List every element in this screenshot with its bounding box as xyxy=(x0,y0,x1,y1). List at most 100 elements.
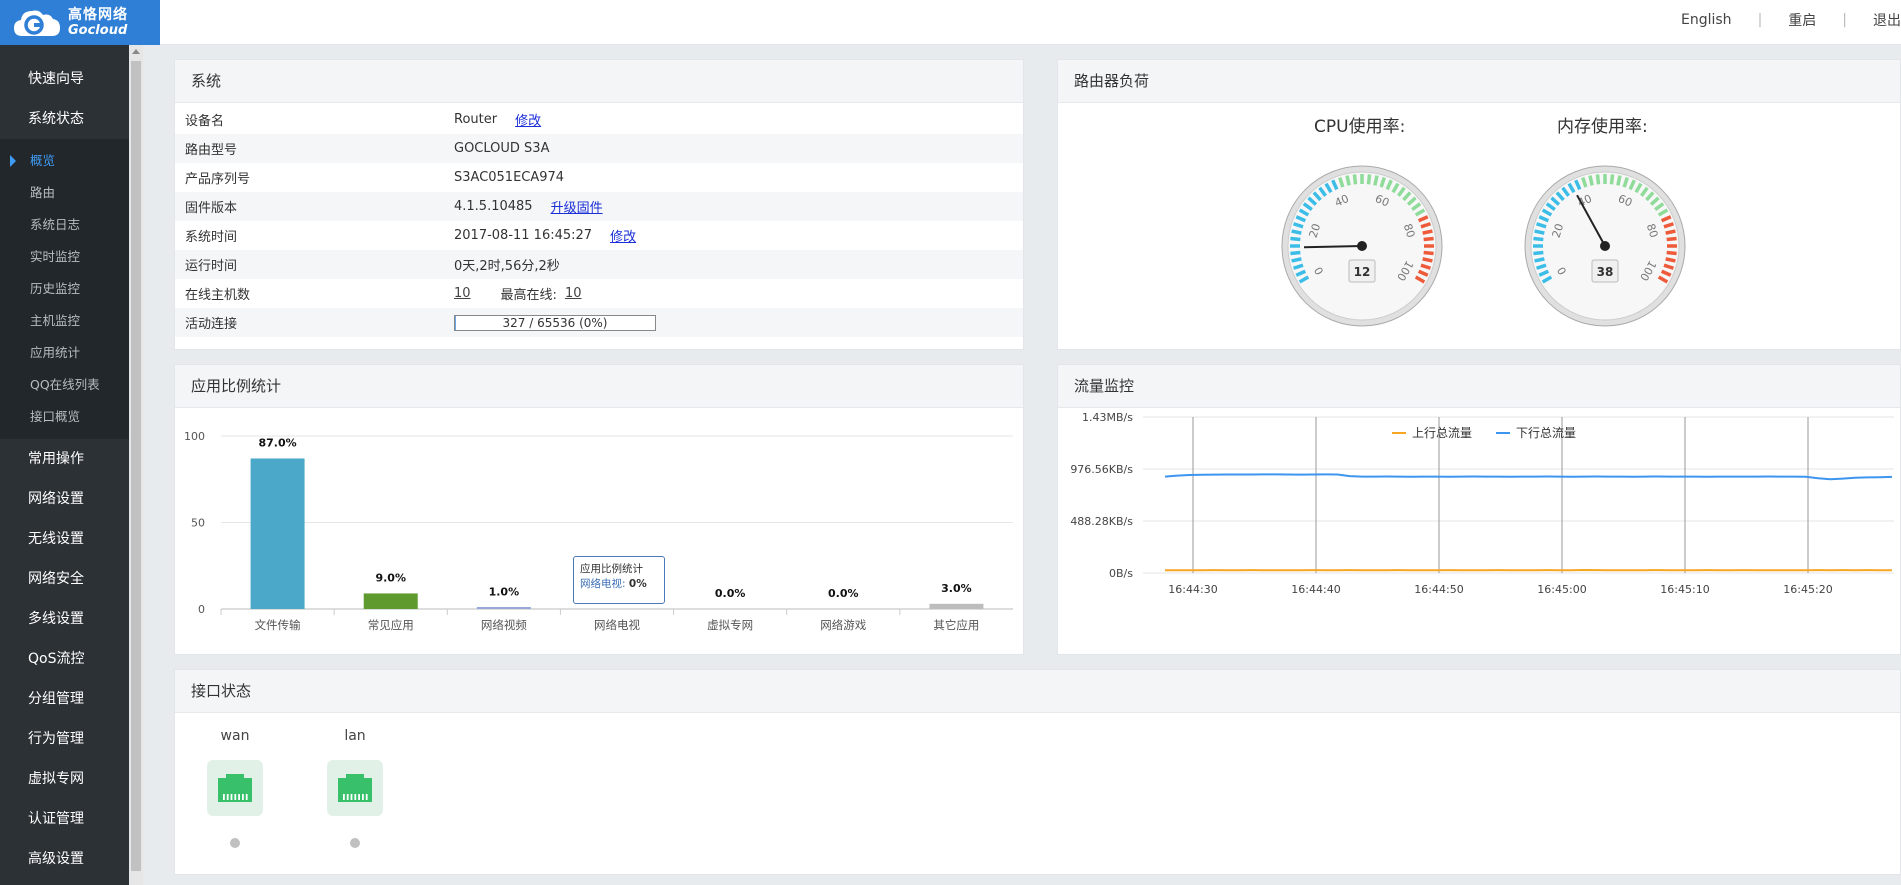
bar-value-label: 3.0% xyxy=(941,582,972,595)
top-bar: 高恪网络 Gocloud English | 重启 | 退出 xyxy=(0,0,1901,45)
device-name-label: 设备名 xyxy=(185,114,225,129)
connections-progress-bar: 327 / 65536 (0%) xyxy=(454,314,656,331)
nav-group-wireless-settings[interactable]: 无线设置 xyxy=(0,519,143,559)
firmware-value: 4.1.5.10485 xyxy=(454,199,533,214)
nav-item-interface-overview[interactable]: 接口概览 xyxy=(0,401,143,433)
gauge-tick xyxy=(1345,175,1351,186)
ethernet-port-icon[interactable] xyxy=(327,760,383,816)
serial-value: S3AC051ECA974 xyxy=(454,170,565,185)
gauge-tick xyxy=(1588,175,1594,186)
nav-item-overview[interactable]: 概览 xyxy=(0,145,143,177)
bar[interactable] xyxy=(250,458,305,609)
x-tick-label: 其它应用 xyxy=(933,618,979,632)
gauge-tick xyxy=(1665,229,1676,235)
nav-group-quick-wizard[interactable]: 快速向导 xyxy=(0,59,143,99)
gauge-tick xyxy=(1422,257,1433,263)
x-tick-label: 16:44:40 xyxy=(1291,583,1340,596)
nav-group-behavior-mgmt[interactable]: 行为管理 xyxy=(0,719,143,759)
nav-item-host-monitor[interactable]: 主机监控 xyxy=(0,305,143,337)
nav-item-qq-online[interactable]: QQ在线列表 xyxy=(0,369,143,401)
info-row-serial: 产品序列号 S3AC051ECA974 xyxy=(175,163,1023,192)
system-time-label: 系统时间 xyxy=(185,230,238,245)
info-row-uptime: 运行时间 0天,2时,56分,2秒 xyxy=(175,250,1023,279)
edit-time-link[interactable]: 修改 xyxy=(610,226,636,245)
gauge-tick xyxy=(1291,229,1302,235)
info-row-system-time: 系统时间 2017-08-11 16:45:27 修改 xyxy=(175,221,1023,250)
chart-tooltip: 应用比例统计 网络电视: 0% xyxy=(573,556,665,604)
app-ratio-bar-chart: 0 50 100 87.0% 文件传输 9.0% 常见应用 1.0% 网络视频 0.0% 网络电视 0… xyxy=(184,430,1013,632)
bar-value-label: 0.0% xyxy=(828,587,859,600)
y-tick-label: 1.43MB/s xyxy=(1082,411,1133,424)
legend-label[interactable]: 上行总流量 xyxy=(1412,426,1472,440)
x-tick-label: 16:44:50 xyxy=(1414,583,1463,596)
model-label: 路由型号 xyxy=(185,143,238,158)
x-tick-label: 文件传输 xyxy=(255,618,301,632)
nav-group-vpn[interactable]: 虚拟专网 xyxy=(0,759,143,799)
series-line xyxy=(1164,473,1893,481)
gauge-hub xyxy=(1357,241,1367,251)
restart-link[interactable]: 重启 xyxy=(1762,10,1842,30)
edit-device-name-link[interactable]: 修改 xyxy=(515,110,541,129)
bar[interactable] xyxy=(476,607,531,609)
gauge-tick xyxy=(1533,236,1544,242)
uptime-value: 0天,2时,56分,2秒 xyxy=(454,259,560,274)
y-tick-label: 50 xyxy=(191,517,205,530)
scroll-up-arrow-icon[interactable] xyxy=(132,49,140,54)
port-lan: lan xyxy=(327,728,383,848)
nav-group-network-security[interactable]: 网络安全 xyxy=(0,559,143,599)
traffic-monitor-title: 流量监控 xyxy=(1058,365,1900,408)
gauge-tick xyxy=(1595,174,1601,185)
nav-item-history-monitor[interactable]: 历史监控 xyxy=(0,273,143,305)
app-ratio-panel: 应用比例统计 0 50 100 87.0% 文件传输 9.0% 常见应用 1.0% 网络视频 0.… xyxy=(174,364,1024,655)
y-tick-label: 488.28KB/s xyxy=(1070,515,1133,528)
gauge-tick xyxy=(1616,175,1622,186)
x-tick-label: 16:44:30 xyxy=(1168,583,1217,596)
cpu-gauge: 02040 608010012 xyxy=(1281,165,1443,327)
system-panel: 系统 设备名 Router 修改 路由型号 GOCLOUD S3A 产品序列号 S… xyxy=(174,59,1024,350)
upgrade-firmware-link[interactable]: 升级固件 xyxy=(551,197,603,216)
x-tick-label: 虚拟专网 xyxy=(707,618,753,632)
nav-group-qos[interactable]: QoS流控 xyxy=(0,639,143,679)
gauge-tick xyxy=(1291,257,1302,263)
max-online-label: 最高在线: xyxy=(500,288,557,303)
sidebar-nav: 快速向导 系统状态 概览 路由 系统日志 实时监控 历史监控 主机监控 应用统计… xyxy=(0,45,143,885)
nav-item-route[interactable]: 路由 xyxy=(0,177,143,209)
nav-group-advanced[interactable]: 高级设置 xyxy=(0,839,143,879)
bar[interactable] xyxy=(929,603,984,609)
gauge-tick xyxy=(1352,174,1358,185)
bar-value-label: 1.0% xyxy=(489,585,520,598)
gauge-tick xyxy=(1534,229,1545,235)
nav-item-realtime-monitor[interactable]: 实时监控 xyxy=(0,241,143,273)
online-hosts-value[interactable]: 10 xyxy=(454,286,471,301)
ethernet-port-icon[interactable] xyxy=(207,760,263,816)
nav-item-app-stats[interactable]: 应用统计 xyxy=(0,337,143,369)
brand-logo[interactable]: 高恪网络 Gocloud xyxy=(0,0,160,45)
traffic-line-chart: 0B/s 488.28KB/s 976.56KB/s 1.43MB/s 16:44:30… xyxy=(1070,411,1894,596)
legend-label[interactable]: 下行总流量 xyxy=(1516,426,1576,440)
sidebar-scrollbar[interactable] xyxy=(129,45,143,885)
scrollbar-thumb[interactable] xyxy=(131,61,141,871)
port-status-dot xyxy=(350,838,360,848)
device-name-value: Router xyxy=(454,112,498,127)
info-row-firmware: 固件版本 4.1.5.10485 升级固件 xyxy=(175,192,1023,221)
gauge-tick xyxy=(1533,250,1544,256)
gauge-tick xyxy=(1423,236,1434,242)
router-load-title: 路由器负荷 xyxy=(1058,60,1900,103)
nav-group-auth-mgmt[interactable]: 认证管理 xyxy=(0,799,143,839)
max-online-value[interactable]: 10 xyxy=(565,286,582,301)
app-ratio-title: 应用比例统计 xyxy=(175,365,1023,408)
nav-group-multiline[interactable]: 多线设置 xyxy=(0,599,143,639)
interface-status-title: 接口状态 xyxy=(175,670,1900,713)
gauge-tick xyxy=(1422,229,1433,235)
nav-group-network-settings[interactable]: 网络设置 xyxy=(0,479,143,519)
language-link[interactable]: English xyxy=(1655,12,1758,28)
online-hosts-label: 在线主机数 xyxy=(185,288,251,303)
nav-group-common-ops[interactable]: 常用操作 xyxy=(0,439,143,479)
logout-link[interactable]: 退出 xyxy=(1847,10,1901,30)
x-tick-label: 16:45:00 xyxy=(1537,583,1586,596)
x-tick-label: 16:45:20 xyxy=(1783,583,1832,596)
nav-group-system-status[interactable]: 系统状态 xyxy=(0,99,143,139)
nav-item-system-log[interactable]: 系统日志 xyxy=(0,209,143,241)
bar[interactable] xyxy=(363,593,418,609)
nav-group-group-mgmt[interactable]: 分组管理 xyxy=(0,679,143,719)
